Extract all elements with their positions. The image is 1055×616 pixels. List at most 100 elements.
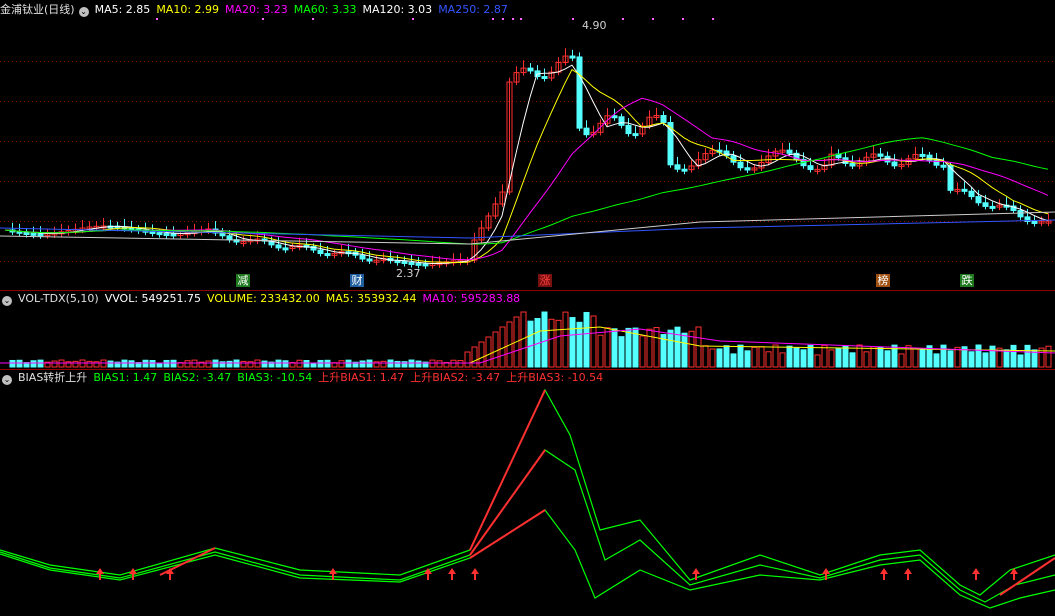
grid-dot: [604, 221, 605, 222]
grid-dot: [444, 141, 445, 142]
up-arrow-icon: [424, 568, 432, 580]
grid-dot: [360, 61, 361, 62]
volume-bar: [849, 352, 856, 368]
grid-dot: [536, 221, 537, 222]
grid-dot: [136, 61, 137, 62]
grid-dot: [448, 101, 449, 102]
grid-dot: [448, 181, 449, 182]
grid-dot: [344, 261, 345, 262]
grid-dot: [0, 61, 1, 62]
grid-dot: [620, 101, 621, 102]
grid-dot: [744, 181, 745, 182]
event-marker[interactable]: 榜: [876, 274, 890, 287]
grid-dot: [12, 221, 13, 222]
grid-dot: [168, 221, 169, 222]
grid-dot: [904, 101, 905, 102]
volume-bar: [317, 359, 324, 368]
grid-dot: [496, 261, 497, 262]
grid-dot: [260, 261, 261, 262]
grid-dot: [576, 181, 577, 182]
grid-dot: [800, 221, 801, 222]
grid-dot: [180, 101, 181, 102]
grid-dot: [600, 221, 601, 222]
grid-dot: [336, 181, 337, 182]
grid-dot: [984, 61, 985, 62]
grid-dot: [800, 261, 801, 262]
grid-dot: [792, 181, 793, 182]
bias-chart[interactable]: [0, 370, 1055, 616]
grid-dot: [956, 261, 957, 262]
volume-bar: [562, 311, 569, 368]
grid-dot: [860, 261, 861, 262]
grid-dot: [52, 101, 53, 102]
grid-dot: [856, 141, 857, 142]
grid-dot: [312, 61, 313, 62]
grid-dot: [772, 141, 773, 142]
bias1-line: [0, 388, 1055, 596]
grid-dot: [636, 261, 637, 262]
event-marker[interactable]: 跌: [960, 274, 974, 287]
grid-dot: [128, 181, 129, 182]
volume-bar: [205, 360, 212, 368]
grid-dot: [28, 61, 29, 62]
grid-dot: [612, 101, 613, 102]
grid-dot: [416, 181, 417, 182]
grid-dot: [712, 61, 713, 62]
stock-name: 金浦钛业(日线): [0, 3, 75, 16]
event-marker[interactable]: 涨: [538, 274, 552, 287]
grid-dot: [360, 261, 361, 262]
grid-dot: [160, 141, 161, 142]
grid-dot: [768, 141, 769, 142]
grid-dot: [776, 261, 777, 262]
grid-dot: [384, 61, 385, 62]
price-chart[interactable]: [0, 0, 1055, 290]
grid-dot: [172, 261, 173, 262]
grid-dot: [184, 181, 185, 182]
grid-dot: [744, 141, 745, 142]
grid-dot: [476, 181, 477, 182]
grid-dot: [756, 261, 757, 262]
grid-dot: [252, 221, 253, 222]
grid-dot: [1016, 61, 1017, 62]
grid-dot: [376, 221, 377, 222]
grid-dot: [348, 221, 349, 222]
grid-dot: [840, 181, 841, 182]
volume-bar: [1024, 344, 1031, 368]
grid-dot: [936, 101, 937, 102]
grid-dot: [460, 221, 461, 222]
volume-panel[interactable]: ⌄ VOL-TDX(5,10) VVOL: 549251.75 VOLUME: 233…: [0, 291, 1055, 369]
grid-dot: [616, 141, 617, 142]
grid-dot: [92, 101, 93, 102]
grid-dot: [432, 141, 433, 142]
grid-dot: [176, 61, 177, 62]
grid-dot: [500, 61, 501, 62]
grid-dot: [576, 141, 577, 142]
grid-dot: [36, 181, 37, 182]
grid-dot: [736, 101, 737, 102]
grid-dot: [176, 101, 177, 102]
volume-bar: [709, 348, 716, 368]
grid-dot: [1024, 181, 1025, 182]
event-marker[interactable]: 财: [350, 274, 364, 287]
grid-dot: [532, 101, 533, 102]
grid-dot: [56, 221, 57, 222]
grid-dot: [764, 221, 765, 222]
event-marker[interactable]: 减: [236, 274, 250, 287]
grid-dot: [1044, 181, 1045, 182]
grid-dot: [140, 61, 141, 62]
grid-dot: [572, 141, 573, 142]
bias-panel[interactable]: ⌄ BIAS转折上升 BIAS1: 1.47 BIAS2: -3.47 BIAS3: -…: [0, 370, 1055, 616]
grid-dot: [900, 181, 901, 182]
grid-dot: [904, 61, 905, 62]
chevron-down-icon[interactable]: ⌄: [78, 7, 89, 17]
price-panel[interactable]: 金浦钛业(日线) ⌄ MA5: 2.85 MA10: 2.99 MA20: 3.23 MA…: [0, 0, 1055, 290]
grid-dot: [772, 181, 773, 182]
chevron-down-icon[interactable]: ⌄: [2, 296, 12, 306]
chevron-down-icon[interactable]: ⌄: [2, 375, 12, 385]
grid-dot: [196, 101, 197, 102]
grid-dot: [896, 181, 897, 182]
grid-dot: [828, 261, 829, 262]
grid-dot: [1012, 261, 1013, 262]
grid-dot: [588, 181, 589, 182]
volume-bar: [625, 327, 632, 368]
